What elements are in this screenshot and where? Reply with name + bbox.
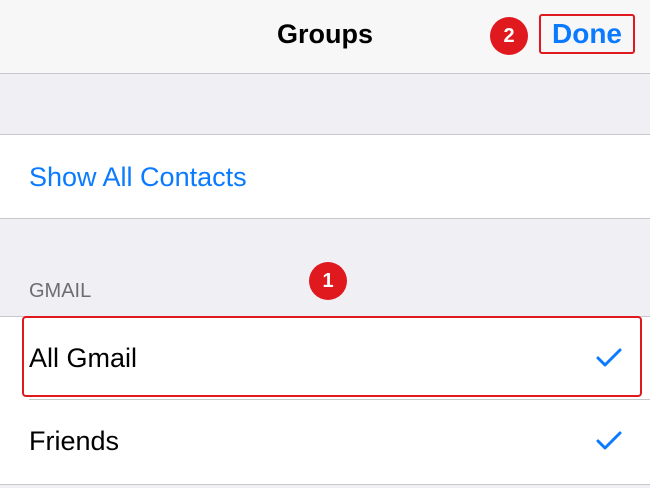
section-header-gmail: GMAIL: [29, 280, 92, 302]
group-label: All Gmail: [29, 343, 138, 373]
show-all-contacts-link[interactable]: Show All Contacts: [29, 162, 247, 193]
checkmark-icon: [596, 431, 622, 450]
group-row-friends[interactable]: Friends: [0, 400, 650, 484]
step-1-badge: 1: [309, 262, 347, 300]
step-2-badge: 2: [490, 17, 528, 55]
group-row-all-gmail[interactable]: All Gmail: [0, 316, 650, 400]
done-button[interactable]: Done: [539, 14, 635, 54]
checkmark-icon: [596, 348, 622, 367]
list-bottom-edge: [0, 484, 650, 488]
navigation-bar: Groups 2 Done: [0, 0, 650, 74]
group-label: Friends: [29, 426, 120, 456]
show-all-contacts-row[interactable]: Show All Contacts: [0, 134, 650, 219]
